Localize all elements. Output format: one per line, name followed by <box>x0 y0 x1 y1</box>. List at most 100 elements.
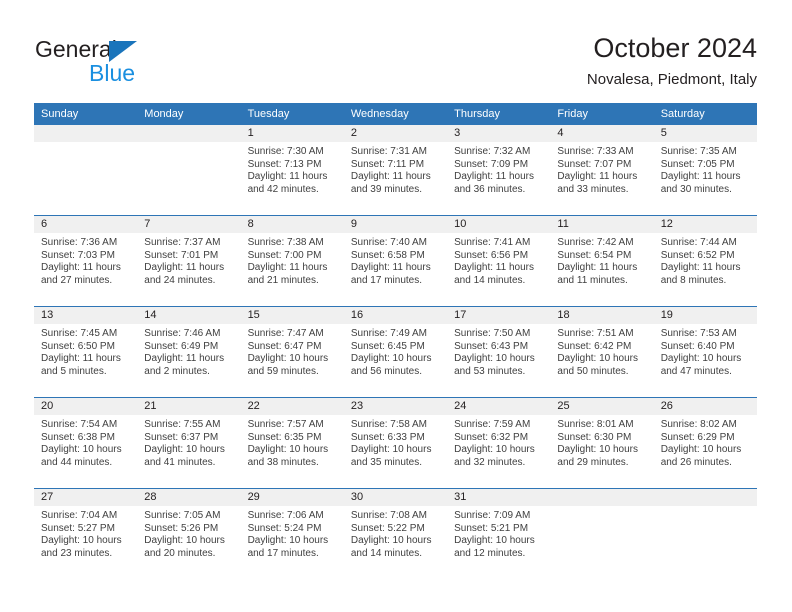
sunrise-text: Sunrise: 7:30 AM <box>247 146 324 157</box>
calendar-day-cell[interactable]: 26 Sunrise: 8:02 AM Sunset: 6:29 PM Dayligh… <box>653 397 757 489</box>
calendar-day-cell[interactable]: 10 Sunrise: 7:41 AM Sunset: 6:56 PM Dayligh… <box>447 215 551 307</box>
day-cell-details: Sunrise: 7:30 AM Sunset: 7:13 PM Daylight:… <box>241 142 344 196</box>
day-cell-inner: 12 Sunrise: 7:44 AM Sunset: 6:52 PM Dayligh… <box>653 216 757 306</box>
day-cell-details: Sunrise: 7:05 AM Sunset: 5:26 PM Daylight:… <box>137 506 240 560</box>
day-number: 25 <box>550 398 654 415</box>
day-cell-details: Sunrise: 7:53 AM Sunset: 6:40 PM Daylight:… <box>654 324 757 378</box>
day-cell-details: Sunrise: 7:38 AM Sunset: 7:00 PM Daylight:… <box>241 233 344 287</box>
calendar-day-cell[interactable]: 4 Sunrise: 7:33 AM Sunset: 7:07 PM Daylight… <box>550 125 654 216</box>
weekday-header-saturday: Saturday <box>653 103 757 125</box>
page-title: October 2024 <box>593 33 757 63</box>
sunset-text: Sunset: 6:42 PM <box>557 340 632 352</box>
calendar-day-cell[interactable]: 25 Sunrise: 8:01 AM Sunset: 6:30 PM Dayligh… <box>550 397 654 489</box>
calendar-day-cell[interactable]: 15 Sunrise: 7:47 AM Sunset: 6:47 PM Dayligh… <box>240 306 344 398</box>
calendar-day-cell[interactable]: 5 Sunrise: 7:35 AM Sunset: 7:05 PM Daylight… <box>653 125 757 216</box>
daylight-text-line1: Daylight: 11 hours <box>41 262 121 274</box>
day-number: 7 <box>137 216 241 233</box>
calendar-day-cell[interactable]: 20 Sunrise: 7:54 AM Sunset: 6:38 PM Dayligh… <box>34 397 138 489</box>
sunset-text: Sunset: 6:40 PM <box>660 340 735 352</box>
day-cell-inner <box>653 489 757 579</box>
sunrise-text: Sunrise: 7:05 AM <box>144 510 221 521</box>
daylight-text-line2: and 21 minutes. <box>247 274 319 286</box>
daylight-text-line2: and 39 minutes. <box>350 183 423 195</box>
day-cell-inner <box>550 489 654 579</box>
daylight-text-line1: Daylight: 11 hours <box>350 171 431 183</box>
calendar-day-cell[interactable]: 24 Sunrise: 7:59 AM Sunset: 6:32 PM Dayligh… <box>447 397 551 489</box>
day-cell-inner: 2 Sunrise: 7:31 AM Sunset: 7:11 PM Daylight… <box>343 125 448 215</box>
calendar-day-cell[interactable]: 2 Sunrise: 7:31 AM Sunset: 7:11 PM Daylight… <box>343 125 448 216</box>
day-number: 13 <box>34 307 138 324</box>
sunset-text: Sunset: 6:45 PM <box>350 340 425 352</box>
calendar-day-cell[interactable]: 27 Sunrise: 7:04 AM Sunset: 5:27 PM Dayligh… <box>34 488 138 579</box>
day-number <box>137 125 241 142</box>
calendar-week-row: 20 Sunrise: 7:54 AM Sunset: 6:38 PM Dayligh… <box>34 397 757 489</box>
calendar-day-cell[interactable]: 7 Sunrise: 7:37 AM Sunset: 7:01 PM Daylight… <box>137 215 241 307</box>
day-cell-details: Sunrise: 7:42 AM Sunset: 6:54 PM Daylight:… <box>550 233 653 287</box>
calendar-day-cell[interactable]: 16 Sunrise: 7:49 AM Sunset: 6:45 PM Dayligh… <box>343 306 448 398</box>
sunset-text: Sunset: 5:24 PM <box>247 522 322 534</box>
day-cell-inner: 4 Sunrise: 7:33 AM Sunset: 7:07 PM Daylight… <box>550 125 654 215</box>
calendar-day-cell[interactable]: 1 Sunrise: 7:30 AM Sunset: 7:13 PM Daylight… <box>240 125 344 216</box>
day-cell-details: Sunrise: 7:31 AM Sunset: 7:11 PM Daylight:… <box>344 142 447 196</box>
sunset-text: Sunset: 7:07 PM <box>557 158 632 170</box>
calendar-day-cell[interactable]: 17 Sunrise: 7:50 AM Sunset: 6:43 PM Dayligh… <box>447 306 551 398</box>
daylight-text-line1: Daylight: 11 hours <box>247 262 328 274</box>
daylight-text-line1: Daylight: 10 hours <box>350 444 432 456</box>
calendar-table: Sunday Monday Tuesday Wednesday Thursday… <box>34 103 757 579</box>
calendar-day-cell[interactable]: 13 Sunrise: 7:45 AM Sunset: 6:50 PM Dayligh… <box>34 306 138 398</box>
day-number <box>34 125 138 142</box>
calendar-day-cell[interactable]: 22 Sunrise: 7:57 AM Sunset: 6:35 PM Dayligh… <box>240 397 344 489</box>
sunset-text: Sunset: 5:27 PM <box>41 522 115 534</box>
calendar-day-cell[interactable]: 19 Sunrise: 7:53 AM Sunset: 6:40 PM Dayligh… <box>653 306 757 398</box>
day-cell-inner: 18 Sunrise: 7:51 AM Sunset: 6:42 PM Dayligh… <box>550 307 654 397</box>
daylight-text-line1: Daylight: 10 hours <box>247 353 329 365</box>
sunrise-text: Sunrise: 7:49 AM <box>350 328 427 339</box>
calendar-day-cell[interactable]: 14 Sunrise: 7:46 AM Sunset: 6:49 PM Dayligh… <box>137 306 241 398</box>
sunrise-text: Sunrise: 7:06 AM <box>247 510 324 521</box>
calendar-day-cell[interactable]: 28 Sunrise: 7:05 AM Sunset: 5:26 PM Dayligh… <box>137 488 241 579</box>
daylight-text-line2: and 11 minutes. <box>557 274 628 286</box>
calendar-day-cell[interactable]: 30 Sunrise: 7:08 AM Sunset: 5:22 PM Dayligh… <box>343 488 448 579</box>
sunrise-text: Sunrise: 7:31 AM <box>350 146 427 157</box>
daylight-text-line1: Daylight: 11 hours <box>454 262 534 274</box>
calendar-day-cell[interactable]: 18 Sunrise: 7:51 AM Sunset: 6:42 PM Dayligh… <box>550 306 654 398</box>
daylight-text-line2: and 5 minutes. <box>41 365 107 377</box>
day-cell-inner: 11 Sunrise: 7:42 AM Sunset: 6:54 PM Dayligh… <box>550 216 654 306</box>
daylight-text-line2: and 26 minutes. <box>660 456 732 468</box>
day-number: 19 <box>653 307 757 324</box>
calendar-day-cell[interactable]: 8 Sunrise: 7:38 AM Sunset: 7:00 PM Daylight… <box>240 215 344 307</box>
day-number: 31 <box>447 489 551 506</box>
calendar-day-cell[interactable]: 6 Sunrise: 7:36 AM Sunset: 7:03 PM Daylight… <box>34 215 138 307</box>
daylight-text-line2: and 33 minutes. <box>557 183 629 195</box>
calendar-week-row: 27 Sunrise: 7:04 AM Sunset: 5:27 PM Dayligh… <box>34 488 757 579</box>
daylight-text-line2: and 53 minutes. <box>454 365 526 377</box>
sunrise-text: Sunrise: 8:02 AM <box>660 419 737 430</box>
day-number: 26 <box>653 398 757 415</box>
day-cell-inner: 7 Sunrise: 7:37 AM Sunset: 7:01 PM Daylight… <box>137 216 241 306</box>
sunrise-text: Sunrise: 7:59 AM <box>454 419 531 430</box>
daylight-text-line2: and 17 minutes. <box>350 274 423 286</box>
day-cell-inner: 25 Sunrise: 8:01 AM Sunset: 6:30 PM Dayligh… <box>550 398 654 488</box>
general-blue-logo[interactable]: General Blue <box>35 36 255 88</box>
sunrise-text: Sunrise: 7:08 AM <box>350 510 427 521</box>
day-number: 9 <box>343 216 448 233</box>
daylight-text-line1: Daylight: 10 hours <box>350 535 432 547</box>
calendar-day-cell[interactable]: 3 Sunrise: 7:32 AM Sunset: 7:09 PM Daylight… <box>447 125 551 216</box>
daylight-text-line1: Daylight: 10 hours <box>454 353 535 365</box>
day-number: 8 <box>240 216 344 233</box>
calendar-day-cell[interactable]: 29 Sunrise: 7:06 AM Sunset: 5:24 PM Dayligh… <box>240 488 344 579</box>
calendar-day-cell[interactable]: 23 Sunrise: 7:58 AM Sunset: 6:33 PM Dayligh… <box>343 397 448 489</box>
weekday-header-thursday: Thursday <box>447 103 551 125</box>
page-subtitle-location: Novalesa, Piedmont, Italy <box>586 71 757 88</box>
sunset-text: Sunset: 6:29 PM <box>660 431 735 443</box>
daylight-text-line1: Daylight: 11 hours <box>557 262 638 274</box>
calendar-day-cell[interactable]: 11 Sunrise: 7:42 AM Sunset: 6:54 PM Dayligh… <box>550 215 654 307</box>
sunset-text: Sunset: 7:09 PM <box>454 158 529 170</box>
day-number: 11 <box>550 216 654 233</box>
calendar-day-cell[interactable]: 31 Sunrise: 7:09 AM Sunset: 5:21 PM Dayligh… <box>447 488 551 579</box>
calendar-day-cell[interactable]: 9 Sunrise: 7:40 AM Sunset: 6:58 PM Daylight… <box>343 215 448 307</box>
day-cell-details: Sunrise: 7:41 AM Sunset: 6:56 PM Daylight:… <box>447 233 550 287</box>
calendar-day-cell[interactable]: 21 Sunrise: 7:55 AM Sunset: 6:37 PM Dayligh… <box>137 397 241 489</box>
calendar-day-cell[interactable]: 12 Sunrise: 7:44 AM Sunset: 6:52 PM Dayligh… <box>653 215 757 307</box>
day-cell-inner: 17 Sunrise: 7:50 AM Sunset: 6:43 PM Dayligh… <box>447 307 551 397</box>
